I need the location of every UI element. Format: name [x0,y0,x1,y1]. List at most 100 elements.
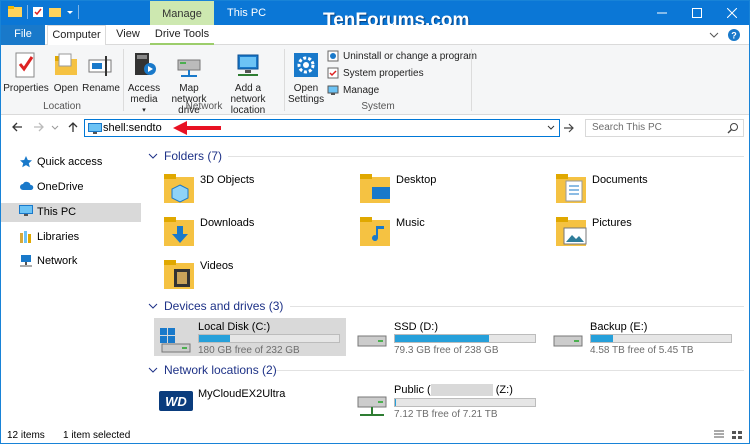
3d-objects-folder-icon [164,174,194,203]
expand-ribbon-icon[interactable] [709,31,719,39]
help-icon[interactable]: ? [727,28,741,42]
pictures-folder-icon [556,217,587,246]
cloud-icon [20,181,34,190]
properties-qat-icon[interactable] [32,6,44,18]
desktop-folder-icon [360,174,390,203]
nav-item-network[interactable]: Network [1,252,141,271]
app-icon [8,6,22,17]
settings-gear-icon [294,53,318,77]
uninstall-icon [327,50,339,62]
new-folder-qat-icon[interactable] [48,6,62,18]
network-location-mycloud[interactable]: WD MyCloudEX2Ultra [154,385,346,423]
nav-item-this-pc[interactable]: This PC [1,203,141,222]
address-text[interactable]: shell:sendto [103,122,162,134]
network-group-label: Network [185,101,223,112]
manage-context-tab[interactable]: Manage [150,1,214,25]
folders-section-header[interactable]: Folders (7) [148,149,746,163]
downloads-folder-icon [164,217,194,246]
details-view-icon[interactable] [713,430,725,440]
star-icon [20,156,32,168]
videos-folder-icon [164,260,194,289]
close-icon [727,8,737,18]
drive-d-usage-bar [395,335,489,342]
tab-file[interactable]: File [1,25,45,45]
close-button[interactable] [715,1,749,25]
up-button[interactable] [67,121,79,133]
navigation-pane: Quick access OneDrive This PC Libraries … [1,147,143,421]
selection-count: 1 item selected [63,430,131,441]
customize-qat-icon[interactable] [66,6,74,18]
large-icons-view-icon[interactable] [731,430,743,440]
minimize-button[interactable] [645,1,679,25]
devices-section-header[interactable]: Devices and drives (3) [148,299,746,313]
uninstall-program-button[interactable]: Uninstall or change a program [327,50,477,62]
manage-computer-icon [327,85,339,95]
hard-drive-icon [553,335,583,347]
system-properties-icon [327,67,339,79]
drive-e[interactable]: Backup (E:) 4.58 TB free of 5.45 TB [546,318,738,356]
red-arrow-annotation [173,121,221,135]
folder-documents[interactable]: Documents [554,171,648,207]
network-location-public-z[interactable]: Public ( (Z:) 7.12 TB free of 7.21 TB [350,381,542,420]
drive-c-usage-bar [199,335,230,342]
folder-videos[interactable]: Videos [162,257,233,293]
svg-text:?: ? [731,31,737,41]
drive-d[interactable]: SSD (D:) 79.3 GB free of 238 GB [350,318,542,356]
system-group-label: System [361,101,395,112]
documents-folder-icon [556,174,586,203]
drive-e-usage-bar [591,335,614,342]
address-dropdown-icon[interactable] [546,123,556,133]
ribbon-tabs: File Computer View Drive Tools ? [1,25,749,46]
forward-button[interactable] [33,121,45,133]
map-drive-icon [177,59,201,77]
drive-c[interactable]: Local Disk (C:) 180 GB free of 232 GB [154,318,346,356]
recent-locations-button[interactable] [51,125,59,131]
ribbon: Properties Open Rename Location Access m… [1,45,749,116]
folder-desktop[interactable]: Desktop [358,171,436,207]
network-location-icon [237,54,259,76]
tab-drive-tools[interactable]: Drive Tools [150,25,214,45]
go-arrow-icon[interactable] [563,122,575,134]
system-properties-button[interactable]: System properties [327,67,424,79]
chevron-down-icon [148,303,158,309]
chevron-down-icon [148,367,158,373]
rename-button[interactable]: Rename [82,49,120,94]
folder-pictures[interactable]: Pictures [554,214,632,250]
folder-downloads[interactable]: Downloads [162,214,254,250]
file-explorer-window: Manage This PC TenForums.com File Comput… [0,0,750,444]
search-box[interactable]: Search This PC [585,119,744,137]
windows-drive-icon [160,328,191,353]
address-bar[interactable]: shell:sendto [84,119,560,137]
nav-item-quick-access[interactable]: Quick access [1,153,141,172]
tab-view[interactable]: View [109,25,147,45]
maximize-button[interactable] [680,1,714,25]
wd-logo-icon: WD [159,391,193,411]
network-drive-icon [357,396,387,416]
svg-text:WD: WD [165,394,187,409]
media-server-icon [135,53,156,75]
quick-access-toolbar [7,5,79,19]
folder-music[interactable]: Music [358,214,425,250]
music-folder-icon [360,217,390,246]
computer-icon [19,205,33,216]
content-area: Folders (7) 3D Objects Desktop Documents… [144,141,749,425]
manage-button[interactable]: Manage [327,84,379,96]
search-icon [727,123,738,134]
tab-computer[interactable]: Computer [47,25,106,46]
properties-icon [15,52,35,78]
item-count: 12 items [7,430,45,441]
network-section-header[interactable]: Network locations (2) [148,363,746,377]
hard-drive-icon [357,335,387,347]
title-bar: Manage This PC TenForums.com [1,1,749,31]
search-placeholder: Search This PC [592,122,662,133]
folder-3d-objects[interactable]: 3D Objects [162,171,254,207]
back-button[interactable] [11,121,23,133]
nav-item-libraries[interactable]: Libraries [1,228,141,247]
properties-button[interactable]: Properties [3,49,49,94]
nav-item-onedrive[interactable]: OneDrive [1,178,141,197]
rename-icon [88,56,112,76]
open-settings-button[interactable]: Open Settings [288,49,324,105]
libraries-icon [20,231,31,243]
open-button[interactable]: Open [51,49,81,94]
network-icon [20,255,32,267]
